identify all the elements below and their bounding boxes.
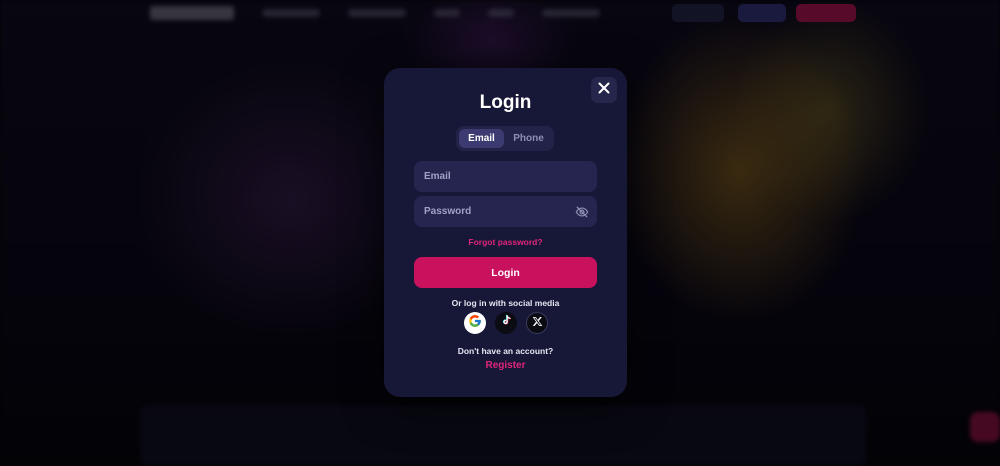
email-field-wrapper — [414, 161, 597, 192]
modal-title: Login — [479, 92, 532, 113]
register-link[interactable]: Register — [384, 360, 627, 371]
login-method-tabs: Email Phone — [456, 126, 554, 151]
login-modal: Login Email Phone Forgot password? Login… — [384, 68, 627, 397]
google-login-button[interactable] — [464, 312, 486, 334]
tiktok-login-button[interactable] — [495, 312, 517, 334]
social-login-buttons — [464, 312, 548, 334]
x-icon — [532, 314, 543, 332]
google-icon — [468, 314, 482, 333]
email-field[interactable] — [424, 171, 589, 182]
eye-off-icon[interactable] — [575, 205, 589, 219]
tab-email[interactable]: Email — [459, 129, 504, 148]
x-login-button[interactable] — [526, 312, 548, 334]
password-field-wrapper — [414, 196, 597, 227]
password-field[interactable] — [424, 206, 575, 217]
login-button[interactable]: Login — [414, 257, 597, 288]
forgot-password-link[interactable]: Forgot password? — [384, 237, 627, 247]
no-account-text: Don't have an account? — [457, 346, 554, 356]
tab-phone[interactable]: Phone — [506, 129, 551, 148]
social-login-label: Or log in with social media — [451, 298, 560, 308]
tiktok-icon — [500, 314, 513, 332]
